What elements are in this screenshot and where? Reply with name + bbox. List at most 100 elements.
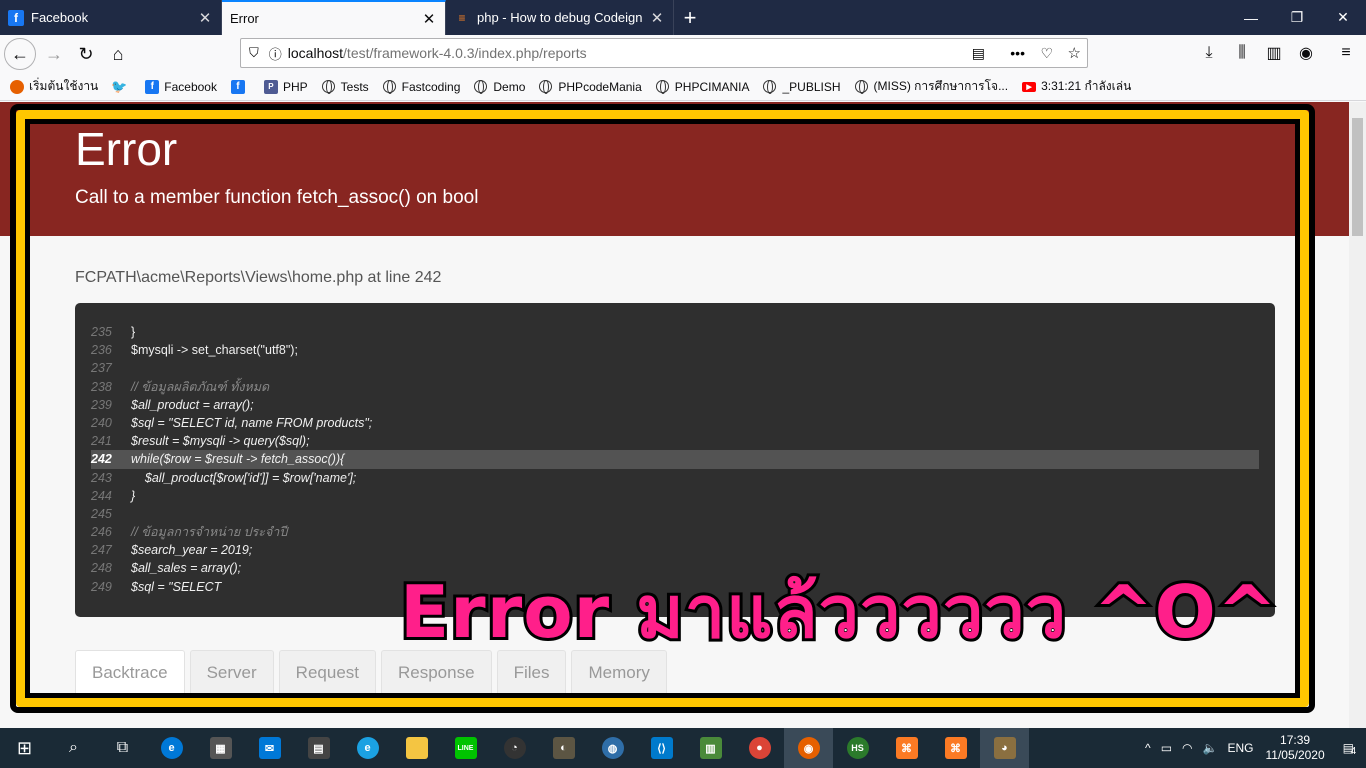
globe-icon [382,80,396,94]
forward-button[interactable]: → [38,38,70,70]
bookmark-label: เริ่มต้นใช้งาน [29,79,99,93]
search-icon[interactable]: ⌕ [49,728,98,768]
edge-icon[interactable]: e [147,728,196,768]
php-icon: P [263,79,278,94]
tab-label: Facebook [31,10,89,25]
stackoverflow-icon: ≡ [458,10,466,25]
scrollbar-thumb[interactable] [1352,118,1363,236]
notification-icon[interactable]: ▤ 4 [1343,741,1357,757]
vscode-icon[interactable]: ⟨⟩ [637,728,686,768]
close-window-button[interactable]: ✕ [1320,0,1366,35]
clock[interactable]: 17:39 11/05/2020 [1265,733,1324,763]
info-icon[interactable]: ⓘ [269,44,282,63]
youtube-icon: ▶ [1022,81,1037,92]
firefox-icon [10,79,24,94]
navigation-bar: ← → ↻ ⌂ ⛉ ⓘ localhost/test/framework-4.0… [0,35,1366,73]
bookmark-phpcimania[interactable]: PHPCIMANIA [655,79,750,94]
downloads-icon[interactable]: ⤓ [1194,38,1224,68]
tab-label: php - How to debug Codeignit [477,10,643,25]
bookmark-fastcoding[interactable]: Fastcoding [382,79,461,94]
facebook-icon: f [230,79,245,94]
bookmark-publish[interactable]: _PUBLISH [763,79,841,94]
globe-icon [655,80,669,94]
url-bar[interactable]: ⛉ ⓘ localhost/test/framework-4.0.3/index… [240,38,1088,68]
reload-button[interactable]: ↻ [70,38,102,70]
bookmark-label: 3:31:21 กำลังเล่น [1041,79,1132,93]
tab-stackoverflow[interactable]: ≡ php - How to debug Codeignit ✕ [446,0,674,35]
globe-icon [321,80,335,94]
task-view-icon[interactable]: ⧉ [98,728,147,768]
bookmark-facebook[interactable]: f Facebook [145,79,217,94]
tab-facebook[interactable]: f Facebook ✕ [0,0,222,35]
calculator-icon[interactable]: ▤ [294,728,343,768]
tab-error[interactable]: Error ✕ [222,0,446,35]
internet-explorer-icon[interactable]: e [343,728,392,768]
gimp-active-icon[interactable]: ◕ [980,728,1029,768]
bookmark-label: (MISS) การศึกษาการโจ... [873,79,1009,93]
sidebar-icon[interactable]: ▥ [1259,38,1289,68]
url-text[interactable]: localhost/test/framework-4.0.3/index.php… [288,45,587,61]
library-icon[interactable]: ⫼ [1227,38,1257,68]
start-button[interactable]: ⊞ [0,728,49,768]
reader-view-icon[interactable]: ▤ [972,45,985,62]
volume-icon[interactable]: 🔈 [1203,741,1218,755]
menu-icon[interactable]: ≡ [1331,38,1361,68]
bookmark-label: Fastcoding [401,79,461,94]
url-host: localhost [287,45,344,61]
bookmark-label: Tests [340,79,369,94]
chart-app-icon[interactable]: ▥ [686,728,735,768]
bookmark-php[interactable]: P PHP [263,79,308,94]
close-tab-icon[interactable]: ✕ [197,9,213,27]
bookmark-phpcodemania[interactable]: PHPcodeMania [539,79,642,94]
file-explorer-icon[interactable] [392,728,441,768]
notification-count: 4 [1350,746,1357,757]
line-icon[interactable]: LINE [441,728,490,768]
bookmarks-toolbar: เริ่มต้นใช้งาน 🐦 f Facebook f P PHP Tests … [0,73,1366,101]
chrome-icon[interactable]: ● [735,728,784,768]
maximize-button[interactable]: ❐ [1274,0,1320,35]
obs-icon[interactable]: ◔ [490,728,539,768]
bookmark-facebook-2[interactable]: f [230,79,250,94]
account-icon[interactable]: ◉ [1291,38,1321,68]
mail-icon[interactable]: ✉ [245,728,294,768]
bookmark-getting-started[interactable]: เริ่มต้นใช้งาน [10,77,98,96]
bookmark-label: Facebook [164,79,217,94]
new-tab-button[interactable]: + [674,0,706,35]
xampp-control-icon[interactable]: ⌘ [931,728,980,768]
pocket-icon[interactable]: ♡ [1040,45,1053,62]
bookmark-label: PHPCIMANIA [674,79,750,94]
globe-icon [474,80,488,94]
earth-icon[interactable]: ◍ [588,728,637,768]
bookmark-twitter[interactable]: 🐦 [111,79,131,94]
language-indicator[interactable]: ENG [1227,741,1253,755]
bookmark-label: _PUBLISH [782,79,841,94]
bookmark-star-icon[interactable]: ☆ [1068,44,1081,62]
xampp-icon[interactable]: ⌘ [882,728,931,768]
clock-date: 11/05/2020 [1265,748,1325,762]
globe-icon [539,80,553,94]
wifi-icon[interactable]: ◠ [1182,741,1192,755]
url-path: /test/framework-4.0.3/index.php/reports [343,45,587,61]
globe-icon [763,80,777,94]
store-icon[interactable]: ▦ [196,728,245,768]
hs-app-icon[interactable]: HS [833,728,882,768]
tab-label: Error [230,11,259,26]
home-button[interactable]: ⌂ [102,38,134,70]
back-button[interactable]: ← [4,38,36,70]
bookmark-label: PHPcodeMania [558,79,642,94]
browser-tab-bar: f Facebook ✕ Error ✕ ≡ php - How to debu… [0,0,1366,35]
close-tab-icon[interactable]: ✕ [649,9,665,27]
bookmark-youtube[interactable]: ▶ 3:31:21 กำลังเล่น [1022,77,1131,96]
bookmark-demo[interactable]: Demo [474,80,525,94]
shield-icon[interactable]: ⛉ [249,45,259,61]
firefox-icon[interactable]: ◉ [784,728,833,768]
page-actions-icon[interactable]: ••• [1010,45,1025,61]
minimize-button[interactable]: — [1228,0,1274,35]
close-tab-icon[interactable]: ✕ [421,10,437,28]
chevron-up-icon[interactable]: ^ [1145,741,1151,755]
bookmark-miss[interactable]: (MISS) การศึกษาการโจ... [854,77,1009,96]
clock-time: 17:39 [1280,733,1311,747]
gimp-icon[interactable]: ◐ [539,728,588,768]
bookmark-tests[interactable]: Tests [321,79,369,94]
battery-icon[interactable]: ▭ [1161,741,1172,755]
